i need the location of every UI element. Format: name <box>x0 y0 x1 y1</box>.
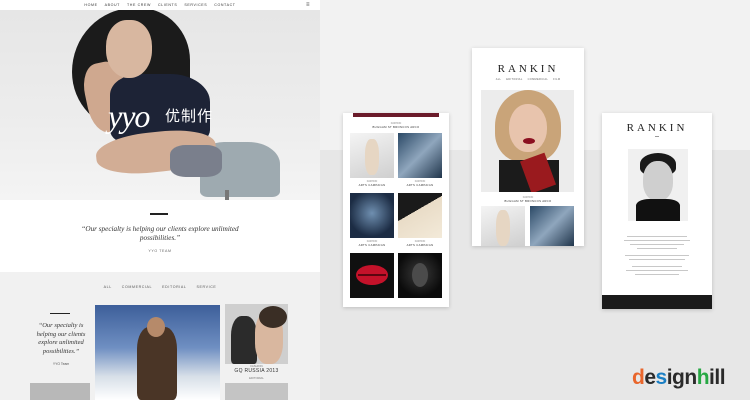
rankin-logo[interactable]: RANKIN <box>602 122 712 134</box>
tile-image-1[interactable] <box>350 133 394 178</box>
yyo-website-mockup: HOME ABOUT THE CREW CLIENTS SERVICES CON… <box>0 0 320 400</box>
yyo-logo-chinese: 优制作 <box>165 109 214 125</box>
figure-shape <box>365 139 379 175</box>
tile-title: ARTS CAMPAIGN <box>358 183 386 187</box>
caption-title: BUGGAM ST BRONCOS ARCO <box>504 199 552 203</box>
portfolio-thumb[interactable] <box>225 383 288 400</box>
tile-title: ARTS CAMPAIGN <box>406 243 434 247</box>
text-line <box>627 236 687 238</box>
cropped-image <box>353 113 439 117</box>
menu-icon[interactable] <box>655 136 659 137</box>
text-line <box>637 248 677 250</box>
tile-image-2[interactable] <box>530 206 574 246</box>
text-line <box>632 266 682 268</box>
filter-editorial[interactable]: EDITORIAL <box>162 285 186 289</box>
tile-title: ARTS CAMPAIGN <box>406 183 434 187</box>
lips-shape <box>523 138 535 144</box>
nav-contact[interactable]: CONTACT <box>214 3 235 7</box>
item-title: GQ RUSSIA 2013 <box>234 368 279 374</box>
text-line <box>630 244 684 246</box>
man-head-shape <box>147 317 165 337</box>
chair-leg-shape <box>225 190 229 200</box>
portfolio-quote-author: YYO Team <box>52 362 70 366</box>
face-shape <box>643 161 673 201</box>
portfolio-image-couple[interactable] <box>225 304 288 364</box>
nav-services[interactable]: SERVICES <box>184 3 207 7</box>
model-face-shape <box>106 20 152 78</box>
featured-portrait[interactable] <box>481 90 574 192</box>
tile-image-face[interactable] <box>398 253 442 298</box>
item-subtitle: EDITORIAL <box>249 376 264 380</box>
filter-commercial[interactable]: COMMERCIAL <box>122 285 152 289</box>
menu-icon[interactable]: ≡ <box>306 2 312 8</box>
text-line <box>635 274 679 276</box>
menu-editorial[interactable]: EDITORIAL <box>506 78 522 81</box>
figure-shape <box>496 210 510 246</box>
rankin-logo[interactable]: RANKIN <box>472 63 584 75</box>
jacket-shape <box>636 199 680 221</box>
portfolio-thumb[interactable] <box>30 383 90 400</box>
face-shape <box>509 104 547 152</box>
filter-service[interactable]: SERVICE <box>196 285 216 289</box>
caption-title: BUGGAM ST BRONCOS ARCO <box>372 125 420 129</box>
footer-bar <box>602 295 712 309</box>
lips-line-shape <box>358 274 386 276</box>
man-shape <box>137 327 177 400</box>
hero-image: yyo 优制作 <box>0 10 320 200</box>
hero-quote-author: YYO TEAM <box>148 249 172 253</box>
hero-quote: “Our specialty is helping our clients ex… <box>81 225 239 242</box>
menu-commercial[interactable]: COMMERCIAL <box>528 78 549 81</box>
quote2-divider <box>50 313 70 314</box>
nav-clients[interactable]: CLIENTS <box>158 3 177 7</box>
portfolio-filters: ALL COMMERCIAL EDITORIAL SERVICE <box>0 285 320 289</box>
text-line <box>626 270 688 272</box>
rankin-mobile-mockup-3: RANKIN <box>602 113 712 309</box>
tile-image-3[interactable] <box>350 193 394 238</box>
menu-all[interactable]: ALL <box>496 78 502 81</box>
quote-divider <box>150 213 168 215</box>
yyo-logo: yyo <box>108 98 150 134</box>
rankin-mobile-mockup-2: RANKIN ALL EDITORIAL COMMERCIAL FILM FAS… <box>472 48 584 246</box>
model-shorts-shape <box>170 145 222 177</box>
tile-image-4[interactable] <box>398 193 442 238</box>
rankin-menu: ALL EDITORIAL COMMERCIAL FILM <box>472 78 584 81</box>
tile-image-2[interactable] <box>398 133 442 178</box>
text-line <box>624 240 690 242</box>
tile-title: ARTS CAMPAIGN <box>358 243 386 247</box>
designhill-logo: designhill <box>632 366 726 389</box>
man-shape <box>231 316 257 364</box>
text-line <box>629 259 685 261</box>
rankin-mobile-mockup-1: FASHION BUGGAM ST BRONCOS ARCO FASHION A… <box>343 113 449 307</box>
profile-portrait[interactable] <box>628 149 688 221</box>
text-line <box>625 255 689 257</box>
portfolio-image-mountain[interactable] <box>95 305 220 400</box>
top-nav: HOME ABOUT THE CREW CLIENTS SERVICES CON… <box>0 0 320 10</box>
portfolio-quote: “Our specialty is helping our clients ex… <box>36 322 86 355</box>
nav-about[interactable]: ABOUT <box>105 3 120 7</box>
tile-image-1[interactable] <box>481 206 525 246</box>
face-shape <box>412 263 428 287</box>
nav-home[interactable]: HOME <box>84 3 97 7</box>
tile-image-lips[interactable] <box>350 253 394 298</box>
filter-all[interactable]: ALL <box>104 285 112 289</box>
menu-film[interactable]: FILM <box>553 78 560 81</box>
woman-hair-shape <box>259 306 287 328</box>
nav-the-crew[interactable]: THE CREW <box>127 3 151 7</box>
